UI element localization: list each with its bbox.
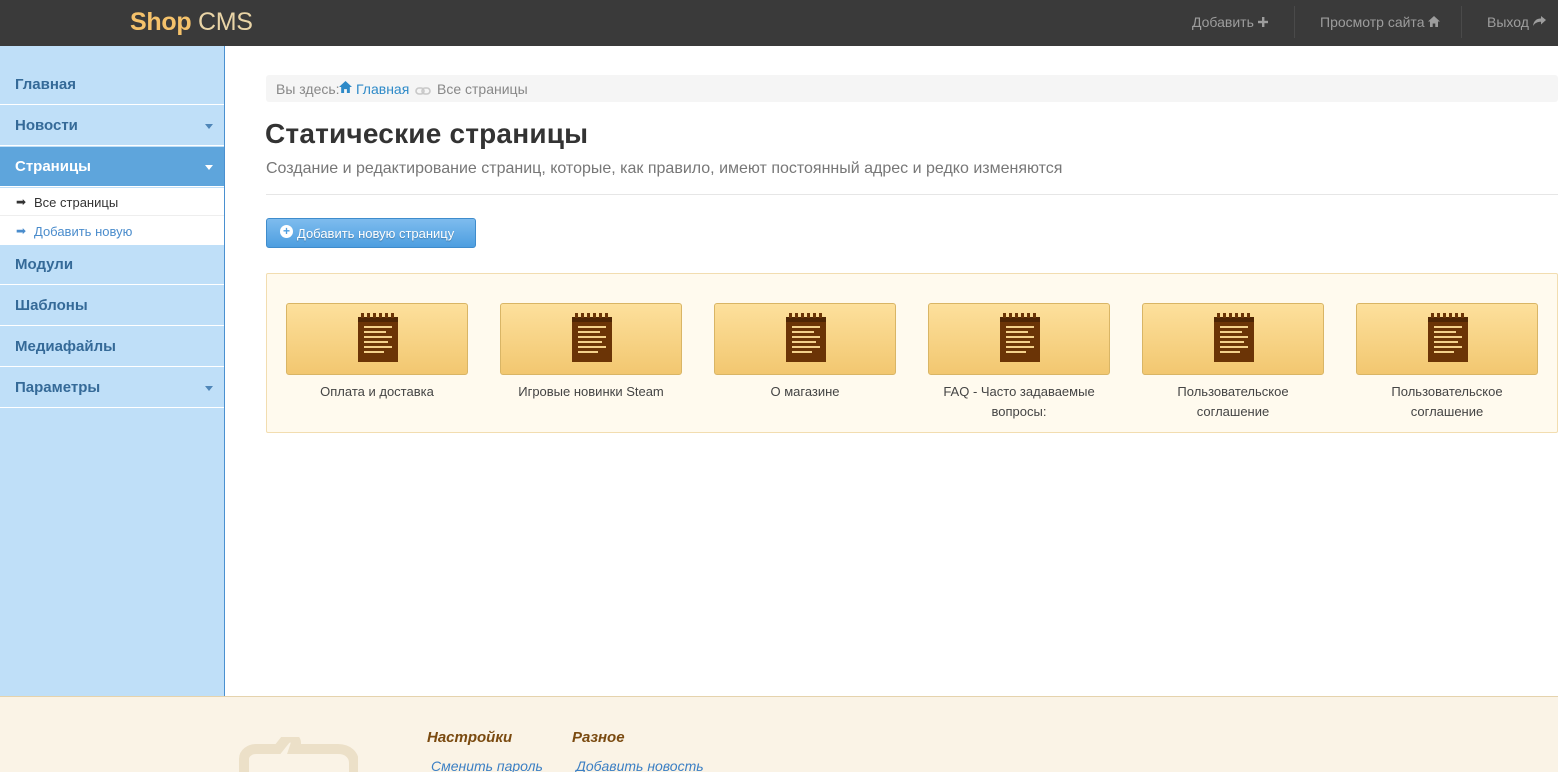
page-tile[interactable]: Пользовательское соглашение: [1142, 303, 1324, 422]
add-new-page-button[interactable]: + Добавить новую страницу: [266, 218, 476, 248]
caret-down-icon: [205, 386, 213, 391]
page-tile-box[interactable]: [286, 303, 468, 375]
sidebar-item-templates[interactable]: Шаблоны: [0, 286, 224, 326]
add-link-label: Добавить: [1192, 14, 1254, 30]
sidebar-item-label: Модули: [15, 256, 74, 273]
notepad-icon: [572, 313, 612, 362]
sidebar-item-news[interactable]: Новости: [0, 106, 224, 146]
footer-misc-title: Разное: [572, 729, 625, 746]
page-tile-title[interactable]: О магазине: [714, 382, 896, 402]
sidebar-item-label: Главная: [15, 76, 77, 93]
sidebar-item-settings[interactable]: Параметры: [0, 368, 224, 408]
sidebar-item-label: Параметры: [15, 379, 101, 396]
sidebar-item-pages[interactable]: Страницы: [0, 147, 224, 187]
home-icon: [339, 80, 352, 96]
notepad-icon: [1428, 313, 1468, 362]
notepad-icon: [1000, 313, 1040, 362]
add-new-page-label: Добавить новую страницу: [297, 226, 455, 241]
share-arrow-icon: [1532, 13, 1546, 31]
page-tile-title[interactable]: Пользовательское соглашение: [1142, 382, 1324, 422]
page-description: Создание и редактирование страниц, котор…: [266, 160, 1063, 177]
sidebar-item-label: Новости: [15, 117, 78, 134]
submenu-add-new[interactable]: ➡ Добавить новую: [0, 217, 224, 245]
logout-link[interactable]: Выход: [1487, 13, 1546, 31]
arrow-right-icon: ➡: [16, 195, 27, 209]
page-tile-title[interactable]: Оплата и доставка: [286, 382, 468, 402]
sidebar-item-label: Страницы: [15, 158, 91, 175]
logo-cms: CMS: [197, 8, 253, 36]
pages-submenu: ➡ Все страницы ➡ Добавить новую: [0, 188, 224, 245]
page-tile-box[interactable]: [714, 303, 896, 375]
page-tile-box[interactable]: [928, 303, 1110, 375]
footer: Настройки Сменить пароль Разное Добавить…: [0, 696, 1558, 772]
page-tile[interactable]: FAQ - Часто задаваемые вопросы:: [928, 303, 1110, 422]
sidebar-item-label: Медиафайлы: [15, 338, 116, 355]
nav-separator: [1294, 6, 1295, 38]
sidebar-item-media[interactable]: Медиафайлы: [0, 327, 224, 367]
pages-panel: Оплата и доставка Игровые новинки Steam …: [266, 273, 1558, 433]
add-news-link[interactable]: Добавить новость: [576, 758, 704, 772]
plus-circle-icon: +: [280, 225, 293, 238]
breadcrumb-prefix: Вы здесь:: [276, 81, 340, 97]
page-tile-box[interactable]: [1356, 303, 1538, 375]
page-tile-title[interactable]: Пользовательское соглашение: [1356, 382, 1538, 422]
sidebar-item-home[interactable]: Главная: [0, 65, 224, 105]
submenu-all-pages[interactable]: ➡ Все страницы: [0, 188, 224, 216]
submenu-label: Добавить новую: [34, 224, 133, 239]
caret-down-icon: [205, 124, 213, 129]
view-site-label: Просмотр сайта: [1320, 14, 1425, 30]
page-tile[interactable]: Игровые новинки Steam: [500, 303, 682, 402]
submenu-label: Все страницы: [34, 195, 119, 210]
page-tile[interactable]: Оплата и доставка: [286, 303, 468, 402]
page-tile-box[interactable]: [1142, 303, 1324, 375]
view-site-link[interactable]: Просмотр сайта: [1320, 13, 1441, 31]
link-chain-icon: [415, 83, 431, 99]
add-link[interactable]: Добавить: [1192, 13, 1268, 31]
arrow-right-icon: ➡: [16, 224, 27, 238]
home-icon: [1428, 13, 1441, 31]
sidebar-item-label: Шаблоны: [15, 297, 88, 314]
divider: [266, 194, 1558, 195]
notepad-icon: [1214, 313, 1254, 362]
hand-pointer-icon: [238, 732, 359, 772]
page-tile-title[interactable]: FAQ - Часто задаваемые вопросы:: [928, 382, 1110, 422]
notepad-icon: [786, 313, 826, 362]
logo-shop: Shop: [130, 8, 192, 36]
logo[interactable]: Shop CMS: [130, 7, 253, 37]
page-tile-title[interactable]: Игровые новинки Steam: [500, 382, 682, 402]
nav-separator: [1461, 6, 1462, 38]
top-navbar: Shop CMS Добавить Просмотр сайта Выход: [0, 0, 1558, 46]
page-tile-box[interactable]: [500, 303, 682, 375]
logout-label: Выход: [1487, 14, 1529, 30]
page-tile[interactable]: Пользовательское соглашение: [1356, 303, 1538, 422]
page-title: Статические страницы: [265, 118, 589, 149]
sidebar: Главная Новости Страницы ➡ Все страницы …: [0, 46, 225, 696]
breadcrumb-home-link[interactable]: Главная: [356, 81, 409, 97]
breadcrumb: Вы здесь: Главная Все страницы: [266, 75, 1558, 102]
change-password-link[interactable]: Сменить пароль: [431, 758, 543, 772]
caret-down-icon: [205, 165, 213, 170]
plus-icon: [1257, 13, 1268, 31]
footer-settings-title: Настройки: [427, 729, 513, 746]
page-tile[interactable]: О магазине: [714, 303, 896, 402]
sidebar-item-modules[interactable]: Модули: [0, 245, 224, 285]
notepad-icon: [358, 313, 398, 362]
breadcrumb-current: Все страницы: [437, 81, 528, 97]
